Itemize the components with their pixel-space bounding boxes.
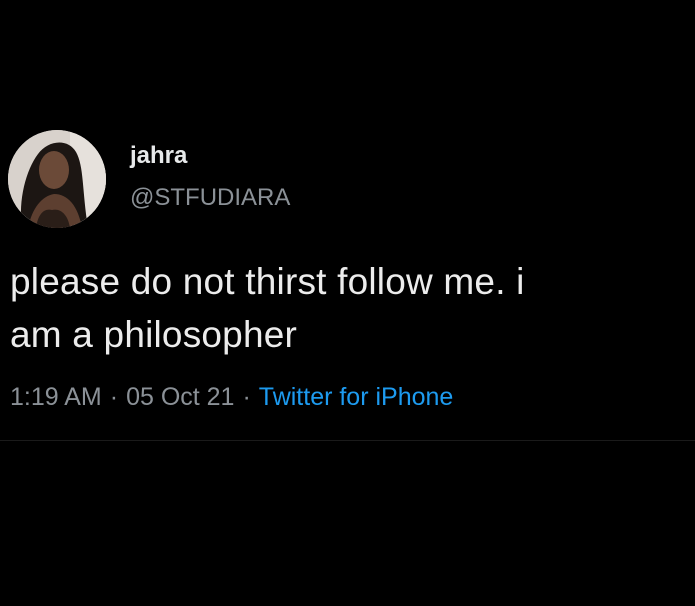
meta-separator: · [242, 383, 251, 411]
author-handle[interactable]: @STFUDIARA [130, 183, 290, 213]
tweet-text-line: am a philosopher [10, 314, 298, 355]
tweet-date[interactable]: 05 Oct 21 [126, 383, 234, 411]
tweet-meta: 1:19 AM · 05 Oct 21 · Twitter for iPhone [10, 380, 453, 414]
tweet-source-link[interactable]: Twitter for iPhone [259, 383, 454, 411]
author-names: jahra @STFUDIARA [130, 141, 290, 213]
tweet-text-line: please do not thirst follow me. i [10, 261, 525, 302]
tweet-card: jahra @STFUDIARA please do not thirst fo… [0, 0, 695, 606]
tweet-text: please do not thirst follow me. i am a p… [10, 255, 680, 361]
divider [0, 440, 695, 441]
avatar-image [8, 130, 106, 228]
avatar[interactable] [8, 130, 106, 228]
author-display-name[interactable]: jahra [130, 141, 290, 171]
tweet-header: jahra @STFUDIARA [8, 130, 290, 228]
tweet-time[interactable]: 1:19 AM [10, 383, 102, 411]
meta-separator: · [109, 383, 119, 411]
